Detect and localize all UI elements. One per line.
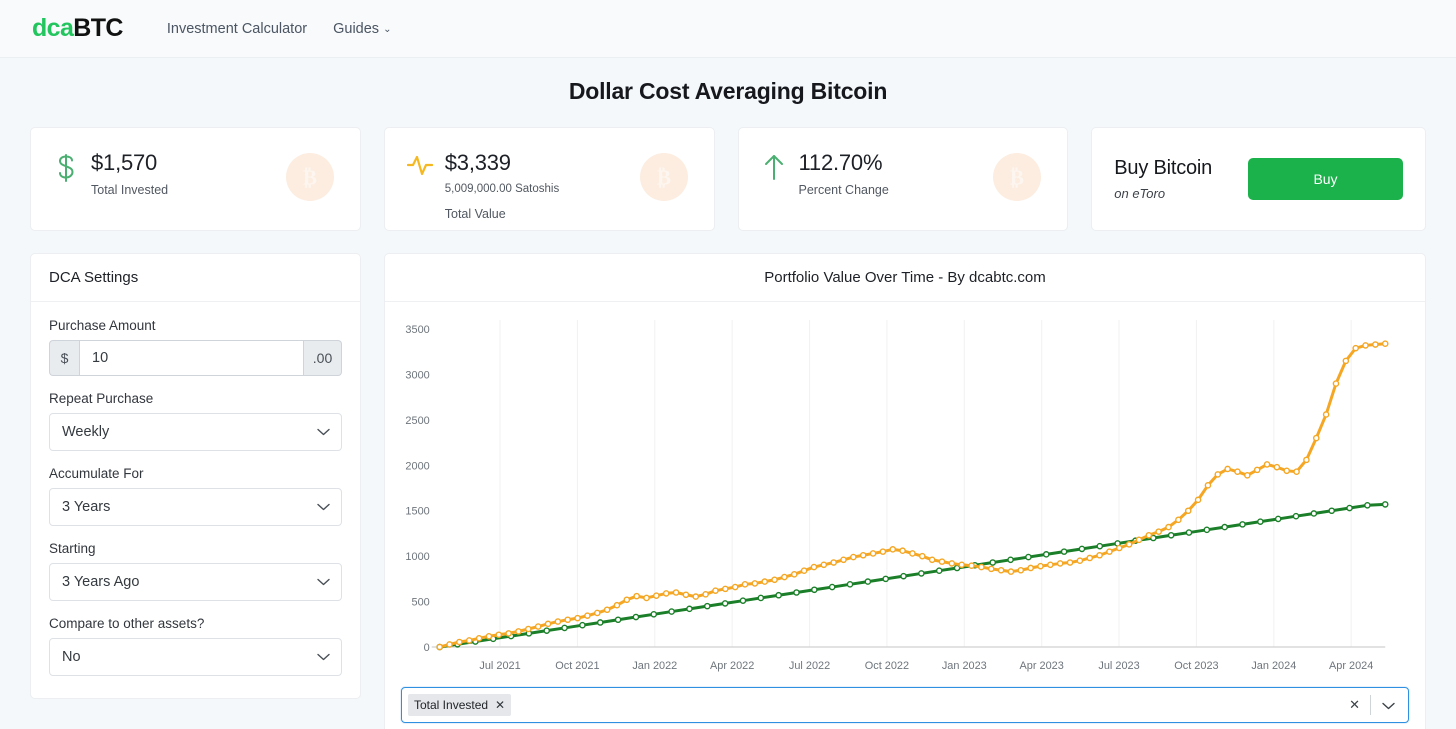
repeat-purchase-select[interactable]: Weekly xyxy=(49,413,342,451)
buy-card-subtitle: on eToro xyxy=(1114,186,1212,201)
svg-text:3500: 3500 xyxy=(405,324,429,336)
svg-text:Jan 2023: Jan 2023 xyxy=(942,660,987,672)
stat-card-percent-change: 112.70% Percent Change ₿ xyxy=(738,127,1069,231)
stat-text: 112.70% Percent Change xyxy=(799,150,889,200)
buy-bitcoin-card: Buy Bitcoin on eToro Buy xyxy=(1091,127,1426,231)
svg-text:₿: ₿ xyxy=(303,166,317,190)
clear-all-icon[interactable]: ✕ xyxy=(1339,697,1370,713)
svg-text:3000: 3000 xyxy=(405,369,429,381)
svg-text:0: 0 xyxy=(424,642,430,654)
nav-item-label: Guides xyxy=(333,21,379,37)
stat-value: $3,339 xyxy=(445,150,559,175)
summary-stats-row: $1,570 Total Invested ₿ $3,339 5,009,000… xyxy=(0,127,1456,231)
series-chip-total-invested[interactable]: Total Invested ✕ xyxy=(408,694,511,716)
cents-suffix-addon: .00 xyxy=(304,340,342,376)
svg-text:1500: 1500 xyxy=(405,506,429,518)
chart-body: Jul 2021 Oct 2021 Jan 2022 Apr 2022 Jul 2022… xyxy=(385,302,1425,687)
stat-label: Total Invested xyxy=(91,181,168,200)
repeat-purchase-label: Repeat Purchase xyxy=(49,391,342,406)
series-chip-label: Total Invested xyxy=(414,698,488,712)
accumulate-for-select-wrap: 3 Years xyxy=(49,488,342,526)
dca-settings-panel: DCA Settings Purchase Amount $ .00 Repea… xyxy=(30,253,361,699)
dca-settings-body: Purchase Amount $ .00 Repeat Purchase We… xyxy=(31,302,360,698)
svg-text:Apr 2022: Apr 2022 xyxy=(710,660,754,672)
repeat-purchase-select-wrap: Weekly xyxy=(49,413,342,451)
chart-title: Portfolio Value Over Time - By dcabtc.co… xyxy=(385,254,1425,302)
nav-item-label: Investment Calculator xyxy=(167,21,307,37)
svg-text:500: 500 xyxy=(412,597,430,609)
stat-text: $3,339 5,009,000.00 Satoshis Total Value xyxy=(445,150,559,223)
stat-label: Total Value xyxy=(445,205,559,224)
svg-text:1000: 1000 xyxy=(405,551,429,563)
nav-item-guides[interactable]: Guides ⌄ xyxy=(333,21,391,37)
activity-pulse-icon xyxy=(405,150,435,179)
bitcoin-logo-icon: ₿ xyxy=(993,153,1041,201)
stat-value: $1,570 xyxy=(91,150,168,175)
svg-text:Jan 2022: Jan 2022 xyxy=(632,660,677,672)
series-multiselect[interactable]: Total Invested ✕ ✕ xyxy=(401,687,1409,723)
portfolio-line-chart[interactable]: Jul 2021 Oct 2021 Jan 2022 Apr 2022 Jul 2022… xyxy=(385,302,1425,687)
svg-text:Jul 2021: Jul 2021 xyxy=(479,660,520,672)
svg-text:Oct 2021: Oct 2021 xyxy=(555,660,599,672)
nav-item-investment-calculator[interactable]: Investment Calculator xyxy=(167,21,307,37)
nav-links: Investment Calculator Guides ⌄ xyxy=(167,21,392,37)
svg-text:Jul 2022: Jul 2022 xyxy=(789,660,830,672)
buy-card-title: Buy Bitcoin xyxy=(1114,157,1212,180)
dca-settings-header: DCA Settings xyxy=(31,254,360,302)
purchase-amount-label: Purchase Amount xyxy=(49,318,342,333)
starting-select[interactable]: 3 Years Ago xyxy=(49,563,342,601)
dollar-sign-icon xyxy=(51,150,81,183)
stat-card-total-value: $3,339 5,009,000.00 Satoshis Total Value… xyxy=(384,127,715,231)
logo-text-dca: dca xyxy=(32,14,73,42)
chevron-down-icon[interactable] xyxy=(1371,698,1406,713)
stat-value: 112.70% xyxy=(799,150,889,175)
main-content-row: DCA Settings Purchase Amount $ .00 Repea… xyxy=(0,253,1456,729)
svg-text:Oct 2022: Oct 2022 xyxy=(865,660,909,672)
stat-satoshis: 5,009,000.00 Satoshis xyxy=(445,181,559,198)
svg-text:2000: 2000 xyxy=(405,460,429,472)
page-title: Dollar Cost Averaging Bitcoin xyxy=(0,78,1456,105)
compare-assets-select-wrap: No xyxy=(49,638,342,676)
svg-text:Apr 2023: Apr 2023 xyxy=(1020,660,1064,672)
svg-text:Apr 2024: Apr 2024 xyxy=(1329,660,1373,672)
currency-prefix-addon: $ xyxy=(49,340,79,376)
close-icon[interactable]: ✕ xyxy=(495,698,505,712)
stat-text: $1,570 Total Invested xyxy=(91,150,168,200)
svg-text:₿: ₿ xyxy=(656,166,670,190)
logo-text-btc: BTC xyxy=(73,14,123,42)
svg-text:Jul 2023: Jul 2023 xyxy=(1098,660,1139,672)
buy-button[interactable]: Buy xyxy=(1248,158,1403,200)
bitcoin-logo-icon: ₿ xyxy=(286,153,334,201)
purchase-amount-input-group: $ .00 xyxy=(49,340,342,376)
svg-text:₿: ₿ xyxy=(1010,166,1024,190)
portfolio-chart-card: Portfolio Value Over Time - By dcabtc.co… xyxy=(384,253,1426,729)
accumulate-for-select[interactable]: 3 Years xyxy=(49,488,342,526)
svg-text:2500: 2500 xyxy=(405,415,429,427)
stat-card-total-invested: $1,570 Total Invested ₿ xyxy=(30,127,361,231)
accumulate-for-label: Accumulate For xyxy=(49,466,342,481)
stat-label: Percent Change xyxy=(799,181,889,200)
chevron-down-icon: ⌄ xyxy=(383,24,391,35)
starting-label: Starting xyxy=(49,541,342,556)
svg-text:Oct 2023: Oct 2023 xyxy=(1174,660,1218,672)
buy-card-text: Buy Bitcoin on eToro xyxy=(1114,157,1212,201)
compare-assets-select[interactable]: No xyxy=(49,638,342,676)
purchase-amount-input[interactable] xyxy=(79,340,304,376)
svg-text:Jan 2024: Jan 2024 xyxy=(1251,660,1296,672)
compare-assets-label: Compare to other assets? xyxy=(49,616,342,631)
site-logo[interactable]: dcaBTC xyxy=(32,14,123,43)
starting-select-wrap: 3 Years Ago xyxy=(49,563,342,601)
top-navbar: dcaBTC Investment Calculator Guides ⌄ xyxy=(0,0,1456,58)
bitcoin-logo-icon: ₿ xyxy=(640,153,688,201)
arrow-up-icon xyxy=(759,150,789,181)
